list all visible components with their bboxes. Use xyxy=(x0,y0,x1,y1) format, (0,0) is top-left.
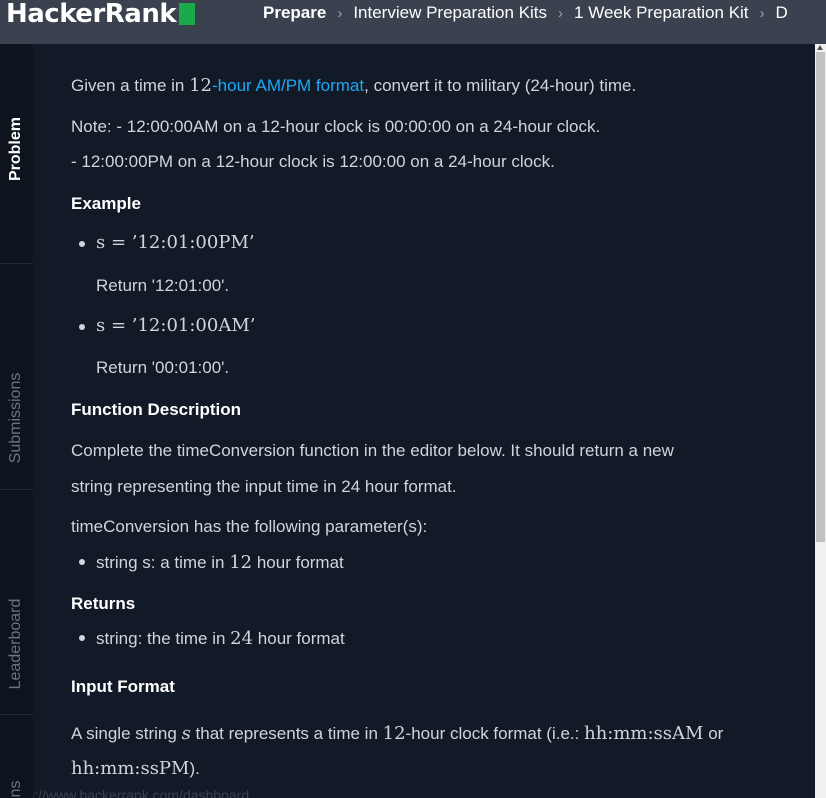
returns-value: string: the time in 24 hour format xyxy=(96,628,345,649)
function-description-line-2: string representing the input time in 24… xyxy=(71,477,457,496)
scrollbar-thumb[interactable] xyxy=(816,52,825,542)
tab-discussions[interactable]: ns xyxy=(0,714,33,798)
breadcrumb-interview-kits[interactable]: Interview Preparation Kits xyxy=(353,3,547,23)
breadcrumb-prepare[interactable]: Prepare xyxy=(263,3,326,23)
tab-submissions-label: Submissions xyxy=(7,372,24,464)
scrollbar[interactable] xyxy=(815,44,826,798)
parameter-s: string s: a time in 12 hour format xyxy=(96,552,344,573)
input-format-line-2: hh:mm:ssPM). xyxy=(71,758,200,779)
tab-submissions[interactable]: Submissions xyxy=(0,263,33,489)
returns-heading: Returns xyxy=(71,594,136,613)
intro-text: Given a time in 12-hour AM/PM format, co… xyxy=(71,75,637,96)
status-bar-url: https://www.hackerrank.com/dashboard xyxy=(33,787,250,798)
logo-green-block xyxy=(179,3,196,25)
chevron-right-icon: › xyxy=(337,4,343,22)
problem-panel: Given a time in 12-hour AM/PM format, co… xyxy=(33,44,815,798)
side-tabs: Problem Submissions Leaderboard ns xyxy=(0,44,33,798)
chevron-right-icon: › xyxy=(558,4,564,22)
top-nav: HackerRank Prepare › Interview Preparati… xyxy=(0,0,826,44)
note-line-2: - 12:00:00PM on a 12-hour clock is 12:00… xyxy=(71,152,555,171)
breadcrumb: Prepare › Interview Preparation Kits › 1… xyxy=(263,0,788,26)
tab-problem[interactable]: Problem xyxy=(0,44,33,263)
function-description-heading: Function Description xyxy=(71,400,241,419)
example-1-return: Return '12:01:00'. xyxy=(96,276,230,295)
example-1-input: s = ’12:01:00PM’ xyxy=(96,232,255,253)
example-heading: Example xyxy=(71,194,141,213)
bullet xyxy=(79,635,85,641)
am-pm-format-link[interactable]: -hour AM/PM format xyxy=(212,76,364,95)
breadcrumb-1-week-kit[interactable]: 1 Week Preparation Kit xyxy=(574,3,749,23)
example-2-return: Return '00:01:00'. xyxy=(96,358,230,377)
scroll-up-arrow-icon[interactable] xyxy=(817,45,823,50)
bullet xyxy=(79,241,85,247)
breadcrumb-day[interactable]: D xyxy=(776,3,788,23)
bullet xyxy=(79,559,85,565)
input-format-line-1: A single string s that represents a time… xyxy=(71,723,724,744)
input-format-heading: Input Format xyxy=(71,677,175,696)
tab-problem-label: Problem xyxy=(7,116,24,182)
tab-leaderboard[interactable]: Leaderboard xyxy=(0,489,33,714)
hackerrank-logo[interactable]: HackerRank xyxy=(6,0,196,29)
parameters-intro: timeConversion has the following paramet… xyxy=(71,517,428,536)
note-line-1: Note: - 12:00:00AM on a 12-hour clock is… xyxy=(71,117,601,136)
logo-text: HackerRank xyxy=(6,0,177,29)
tab-discussions-label: ns xyxy=(7,780,24,798)
tab-leaderboard-label: Leaderboard xyxy=(7,598,24,690)
example-2-input: s = ’12:01:00AM’ xyxy=(96,315,256,336)
function-description-line-1: Complete the timeConversion function in … xyxy=(71,441,674,460)
chevron-right-icon: › xyxy=(759,4,765,22)
bullet xyxy=(79,324,85,330)
